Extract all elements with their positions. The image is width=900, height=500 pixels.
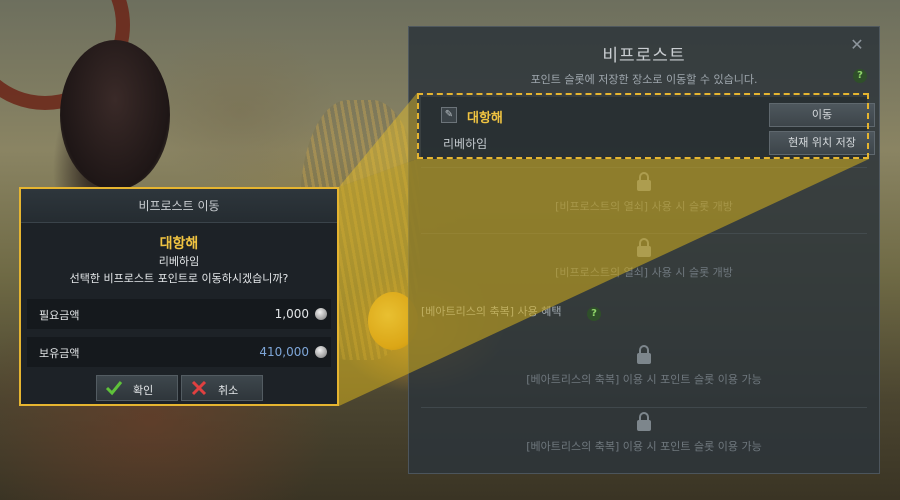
checkmark-icon [105, 381, 123, 396]
dialog-destination: 대항해 [159, 236, 199, 252]
help-icon[interactable]: ? [587, 307, 601, 321]
scene-character [60, 40, 170, 190]
dialog-buttons: 확인 취소 [21, 375, 337, 403]
dialog-question: 선택한 비프로스트 포인트로 이동하시겠습니까? [69, 272, 289, 285]
help-icon[interactable]: ? [853, 69, 867, 83]
silver-coin-icon [315, 346, 327, 358]
locked-slot-text: [비프로스트의 열쇠] 사용 시 슬롯 개방 [555, 266, 733, 279]
x-mark-icon [191, 380, 207, 396]
required-label: 필요금액 [39, 309, 80, 322]
close-icon[interactable]: ✕ [849, 37, 865, 53]
silver-coin-icon [315, 308, 327, 320]
blessing-slot-text: [베아트리스의 축복] 이용 시 포인트 슬롯 이용 가능 [526, 373, 762, 386]
cancel-button[interactable]: 취소 [181, 375, 263, 401]
dialog-location: 리베하임 [158, 255, 200, 268]
lock-icon [637, 238, 651, 258]
panel-subtitle: 포인트 슬롯에 저장한 장소로 이동할 수 있습니다. [530, 73, 758, 86]
blessing-slot: [베아트리스의 축복] 이용 시 포인트 슬롯 이용 가능 [421, 407, 867, 463]
locked-slot-text: [비프로스트의 열쇠] 사용 시 슬롯 개방 [555, 200, 733, 213]
locked-slot: [비프로스트의 열쇠] 사용 시 슬롯 개방 [421, 167, 867, 223]
panel-title: 비프로스트 [602, 46, 686, 66]
lock-icon [637, 172, 651, 192]
slot-highlight-frame [417, 93, 869, 159]
dialog-title: 비프로스트 이동 [21, 189, 337, 223]
confirm-label: 확인 [133, 384, 154, 397]
lock-icon [637, 412, 651, 432]
lock-icon [637, 345, 651, 365]
blessing-slot-text: [베아트리스의 축복] 이용 시 포인트 슬롯 이용 가능 [526, 440, 762, 453]
move-confirm-dialog: 비프로스트 이동 대항해 리베하임 선택한 비프로스트 포인트로 이동하시겠습니… [19, 187, 339, 406]
blessing-slot: [베아트리스의 축복] 이용 시 포인트 슬롯 이용 가능 [421, 341, 867, 397]
owned-label: 보유금액 [39, 347, 80, 360]
cancel-label: 취소 [218, 384, 239, 397]
locked-slot: [비프로스트의 열쇠] 사용 시 슬롯 개방 [421, 233, 867, 289]
required-cost-row: 필요금액 1,000 [27, 299, 331, 329]
required-value: 1,000 [274, 307, 309, 321]
blessing-header: [베아트리스의 축복] 사용 혜택 [421, 305, 562, 318]
owned-value: 410,000 [259, 345, 309, 359]
owned-cost-row: 보유금액 410,000 [27, 337, 331, 367]
confirm-button[interactable]: 확인 [96, 375, 178, 401]
